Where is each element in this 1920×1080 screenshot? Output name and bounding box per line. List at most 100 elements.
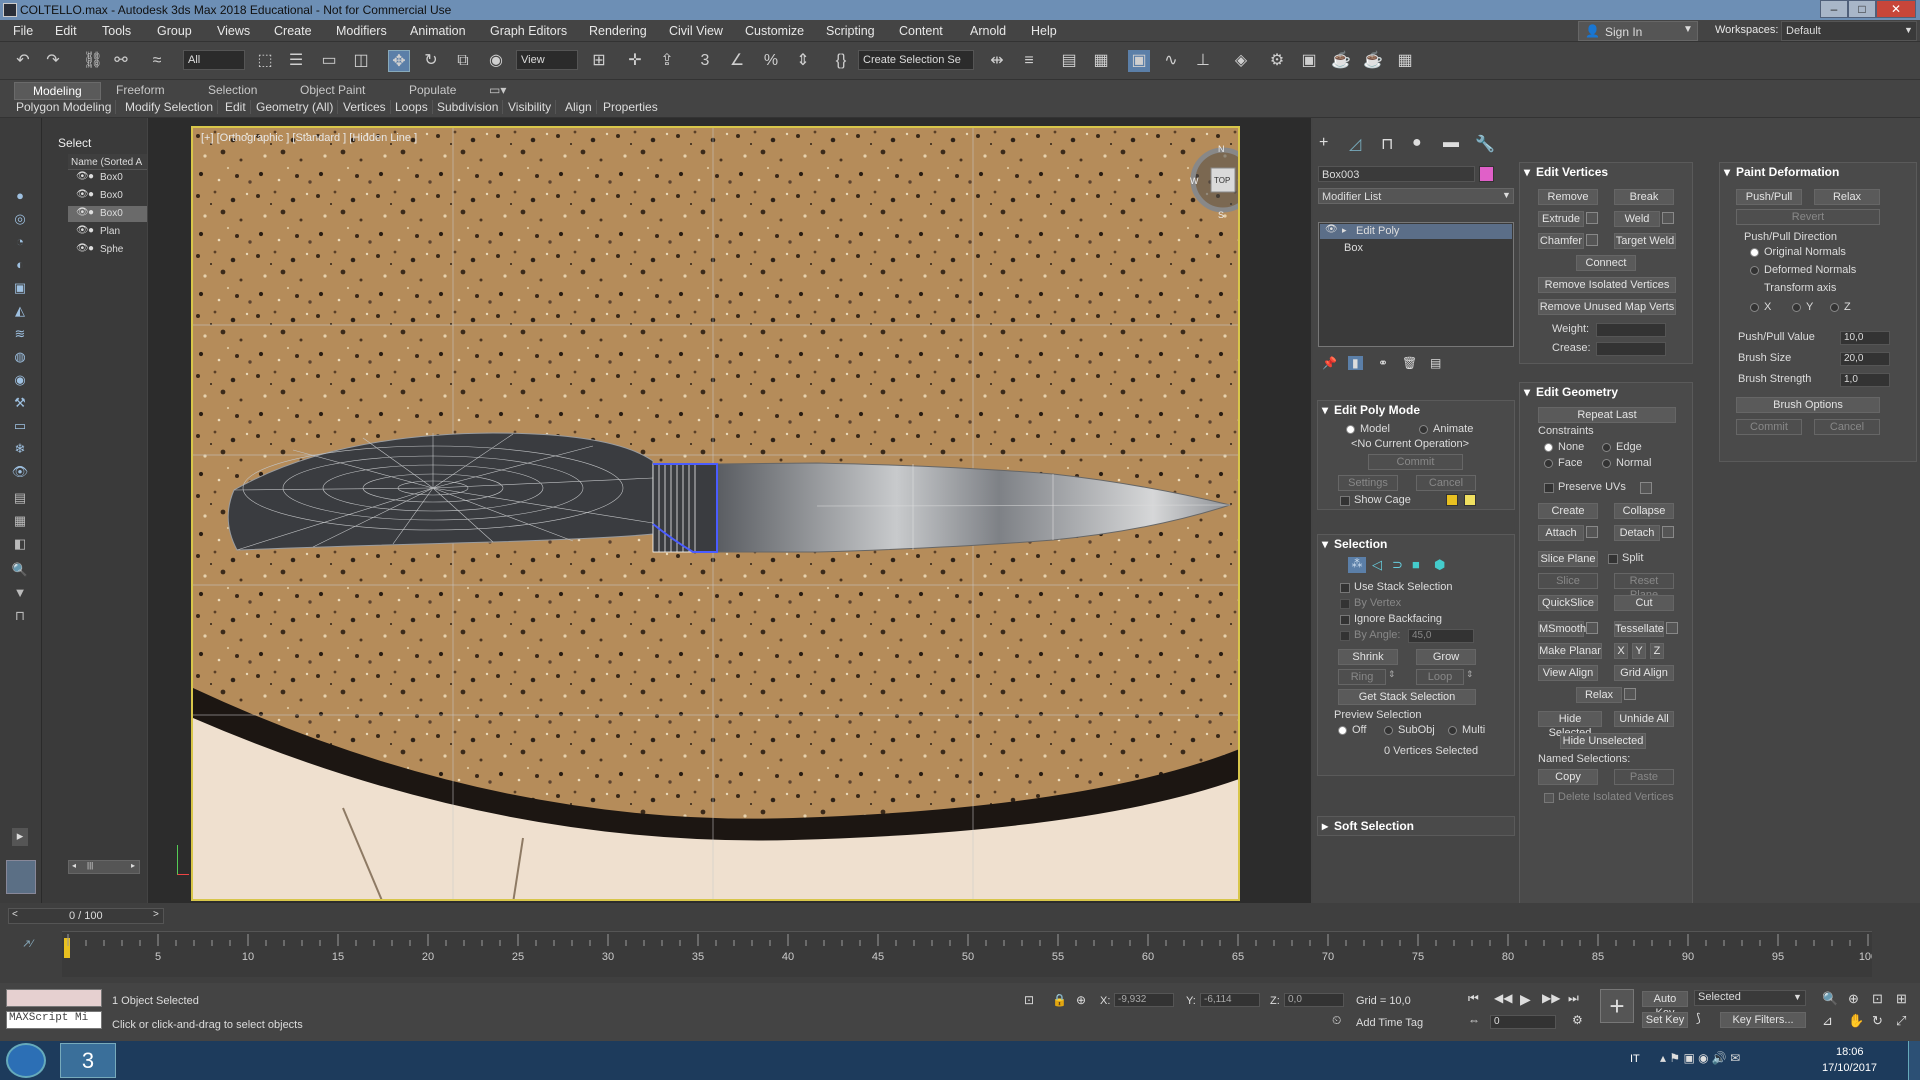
render-icon[interactable]: ● bbox=[88, 189, 94, 200]
ribbon-subdivision[interactable]: Subdivision bbox=[433, 100, 504, 114]
rollout-title[interactable]: Paint Deformation bbox=[1736, 165, 1839, 179]
configure-sets-icon[interactable]: ▤ bbox=[1430, 356, 1441, 370]
align-icon[interactable]: ≡ bbox=[1018, 50, 1040, 72]
select-by-name-icon[interactable]: ☰ bbox=[285, 50, 307, 72]
extrude-button[interactable]: Extrude bbox=[1538, 211, 1584, 227]
link-icon[interactable]: ⛓ bbox=[82, 50, 104, 72]
place-icon[interactable]: ◉ bbox=[485, 50, 507, 72]
select-manipulate-icon[interactable]: ✛ bbox=[624, 50, 646, 72]
vertex-mode-icon[interactable]: ⁂ bbox=[1348, 557, 1366, 573]
keyboard-shortcut-icon[interactable]: ⇪ bbox=[656, 50, 678, 72]
expand-icon[interactable]: ▸ bbox=[12, 828, 28, 846]
slice-plane-button[interactable]: Slice Plane bbox=[1538, 551, 1598, 567]
menu-tools[interactable]: Tools bbox=[102, 24, 131, 38]
menu-scripting[interactable]: Scripting bbox=[826, 24, 875, 38]
add-time-tag[interactable]: Add Time Tag bbox=[1356, 1017, 1423, 1029]
absolute-mode-icon[interactable]: ⊕ bbox=[1076, 993, 1086, 1007]
cancel-button[interactable]: Cancel bbox=[1416, 475, 1476, 491]
material-editor-icon[interactable]: ◈ bbox=[1230, 50, 1252, 72]
ribbon-geometry-all[interactable]: Geometry (All) bbox=[252, 100, 339, 114]
x-coord-field[interactable]: -9,932 bbox=[1114, 993, 1174, 1007]
commit-button[interactable]: Commit bbox=[1368, 454, 1463, 470]
track-bar[interactable]: 5 10 15 20 25 30 35 40 45 50 55 60 65 70 75 80 85 90 95 100 bbox=[62, 931, 1872, 977]
angle-spinner[interactable]: 45,0 bbox=[1408, 629, 1474, 643]
slice-button[interactable]: Slice bbox=[1538, 573, 1598, 589]
undo-icon[interactable]: ↶ bbox=[12, 50, 34, 72]
expand-arrow-icon[interactable]: ▸ bbox=[1342, 225, 1347, 236]
display-bones-icon[interactable]: ⚒ bbox=[10, 395, 30, 413]
viewcube-face[interactable]: TOP bbox=[1214, 176, 1230, 185]
reset-plane-button[interactable]: Reset Plane bbox=[1614, 573, 1674, 601]
maximize-button[interactable]: □ bbox=[1848, 0, 1876, 18]
select-object-icon[interactable]: ⬚ bbox=[254, 50, 276, 72]
preserve-uvs-settings-icon[interactable] bbox=[1640, 482, 1652, 494]
render-iterative-icon[interactable]: ☕ bbox=[1362, 50, 1384, 72]
pivot-center-icon[interactable]: ⊞ bbox=[588, 50, 610, 72]
remove-button[interactable]: Remove bbox=[1538, 189, 1598, 205]
planar-x-button[interactable]: X bbox=[1614, 643, 1628, 659]
msmooth-settings-icon[interactable] bbox=[1586, 622, 1598, 634]
time-slider[interactable]: < 0 / 100 > bbox=[8, 908, 164, 924]
key-mode-icon[interactable]: ⇔ bbox=[1468, 1013, 1480, 1027]
eye-icon[interactable]: 👁 bbox=[1325, 224, 1338, 235]
relax-button[interactable]: Relax bbox=[1576, 687, 1622, 703]
tessellate-settings-icon[interactable] bbox=[1666, 622, 1678, 634]
visibility-icon[interactable]: 👁 bbox=[76, 189, 89, 200]
motion-tab-icon[interactable]: ● bbox=[1412, 134, 1422, 152]
display-helpers-icon[interactable]: ◭ bbox=[10, 303, 30, 321]
zoom-all-icon[interactable]: ⊕ bbox=[1848, 991, 1859, 1007]
push-pull-button[interactable]: Push/Pull bbox=[1736, 189, 1802, 205]
spinner-snap-icon[interactable]: ⇕ bbox=[792, 50, 814, 72]
make-unique-icon[interactable]: ⚭ bbox=[1378, 356, 1388, 370]
modify-tab-icon[interactable]: ◿ bbox=[1349, 134, 1361, 154]
menu-views[interactable]: Views bbox=[217, 24, 250, 38]
relax-paint-button[interactable]: Relax bbox=[1814, 189, 1880, 205]
constraint-face-radio[interactable] bbox=[1544, 459, 1553, 468]
goto-end-icon[interactable]: ⏭ bbox=[1568, 991, 1579, 1006]
constraint-normal-radio[interactable] bbox=[1602, 459, 1611, 468]
ref-coord-dropdown[interactable]: View bbox=[516, 50, 578, 70]
ribbon-polygon-modeling[interactable]: Polygon Modeling bbox=[12, 100, 117, 114]
snaps-toggle-icon[interactable]: 3 bbox=[694, 50, 716, 72]
menu-animation[interactable]: Animation bbox=[410, 24, 466, 38]
display-containers-icon[interactable]: ▭ bbox=[10, 418, 30, 436]
animate-radio[interactable] bbox=[1419, 425, 1428, 434]
target-weld-button[interactable]: Target Weld bbox=[1614, 233, 1676, 249]
constraint-none-radio[interactable] bbox=[1544, 443, 1553, 452]
bind-spacewarp-icon[interactable]: ≈ bbox=[146, 50, 168, 72]
field-of-view-icon[interactable]: ⊿ bbox=[1822, 1013, 1833, 1029]
tab-freeform[interactable]: Freeform bbox=[110, 82, 171, 98]
extrude-settings-icon[interactable] bbox=[1586, 212, 1598, 224]
key-set-dropdown[interactable]: Selected ▼ bbox=[1694, 990, 1806, 1006]
menu-rendering[interactable]: Rendering bbox=[589, 24, 647, 38]
hide-unselected-button[interactable]: Hide Unselected bbox=[1560, 733, 1646, 749]
rollout-toggle-icon[interactable]: ▾ bbox=[1524, 165, 1530, 179]
preview-multi-radio[interactable] bbox=[1448, 726, 1457, 735]
pan-icon[interactable]: ✋ bbox=[1848, 1013, 1864, 1029]
layer-swatch[interactable] bbox=[6, 860, 36, 894]
start-button[interactable] bbox=[6, 1043, 46, 1078]
explorer-header[interactable]: Name (Sorted A bbox=[68, 154, 147, 170]
menu-group[interactable]: Group bbox=[157, 24, 192, 38]
auto-key-button[interactable]: Auto Key bbox=[1642, 991, 1688, 1019]
invert-display-icon[interactable]: ◧ bbox=[10, 536, 30, 554]
element-mode-icon[interactable]: ⬢ bbox=[1434, 557, 1445, 573]
close-button[interactable]: ✕ bbox=[1876, 0, 1916, 18]
rotate-icon[interactable]: ↻ bbox=[420, 50, 442, 72]
original-normals-radio[interactable] bbox=[1750, 248, 1759, 257]
set-key-button[interactable]: Set Key bbox=[1642, 1012, 1688, 1028]
display-lights-icon[interactable]: ◐ bbox=[10, 257, 30, 275]
rollout-toggle-icon[interactable]: ▸ bbox=[1322, 819, 1328, 833]
rollout-title[interactable]: Edit Geometry bbox=[1536, 385, 1618, 399]
goto-start-icon[interactable]: ⏮ bbox=[1468, 991, 1479, 1006]
scroll-thumb[interactable]: ||| bbox=[87, 861, 93, 870]
menu-civil-view[interactable]: Civil View bbox=[669, 24, 723, 38]
mini-curve-editor-icon[interactable]: ↗⁄ bbox=[22, 937, 33, 950]
attach-list-icon[interactable] bbox=[1586, 526, 1598, 538]
use-stack-selection-checkbox[interactable] bbox=[1340, 583, 1350, 593]
attach-button[interactable]: Attach bbox=[1538, 525, 1584, 541]
unhide-all-button[interactable]: Unhide All bbox=[1614, 711, 1674, 727]
language-indicator[interactable]: IT bbox=[1630, 1053, 1640, 1065]
find-icon[interactable]: 🔍 bbox=[10, 562, 30, 580]
isolate-selection-icon[interactable]: ⊡ bbox=[1024, 993, 1034, 1007]
